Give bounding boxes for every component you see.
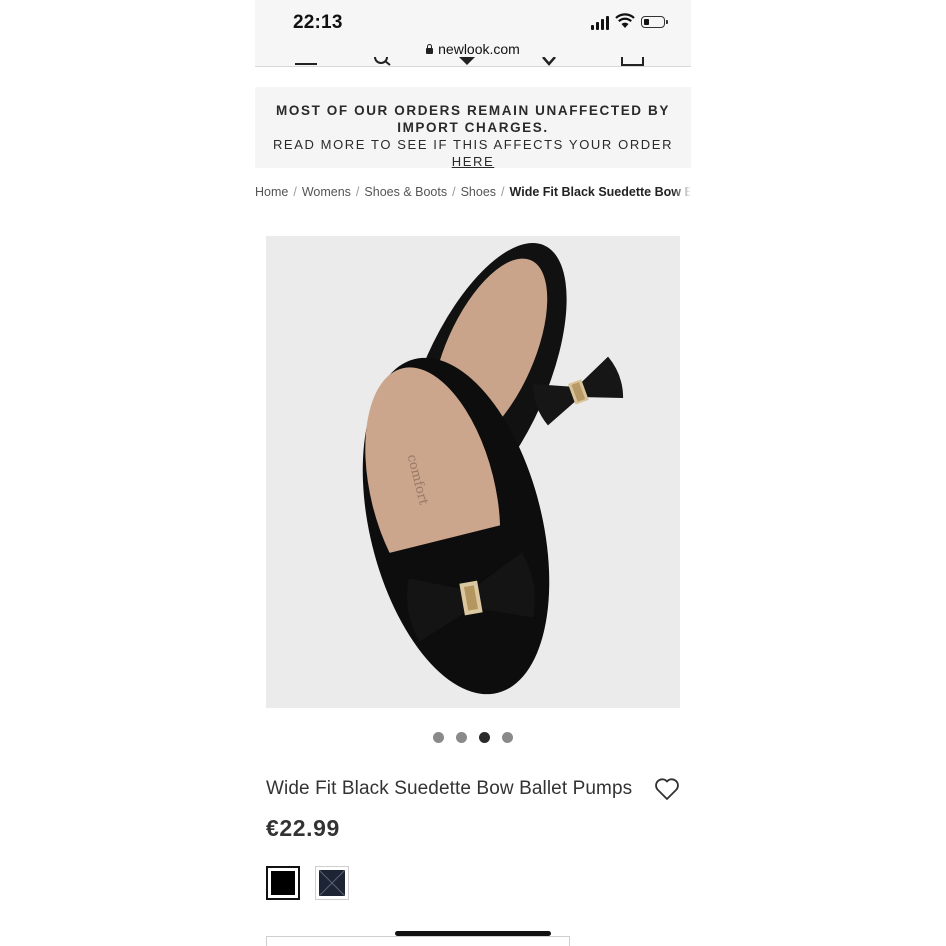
url-text: newlook.com bbox=[438, 41, 520, 57]
search-icon[interactable] bbox=[373, 57, 397, 66]
carousel-dots bbox=[255, 730, 691, 748]
status-time: 22:13 bbox=[293, 12, 343, 33]
ballet-pumps-photo: comfort bbox=[362, 243, 624, 695]
carousel-dot[interactable] bbox=[433, 732, 444, 743]
banner-subline-text: READ MORE TO SEE IF THIS AFFECTS YOUR OR… bbox=[272, 137, 674, 152]
breadcrumb-separator: / bbox=[501, 185, 505, 199]
wishlist-nav-icon[interactable] bbox=[539, 57, 559, 66]
breadcrumb-separator: / bbox=[355, 185, 360, 199]
wifi-icon bbox=[615, 13, 635, 28]
signal-icon bbox=[591, 16, 611, 30]
product-name: Wide Fit Black Suedette Bow Ballet Pumps bbox=[266, 778, 633, 799]
banner-headline: MOST OF OUR ORDERS REMAIN UNAFFECTED BY … bbox=[276, 103, 670, 135]
swatch-black[interactable] bbox=[266, 866, 300, 900]
home-indicator[interactable] bbox=[395, 931, 551, 936]
breadcrumb: Home / Womens / Shoes & Boots / Shoes / Wide Fit… bbox=[255, 185, 691, 199]
header-divider bbox=[255, 66, 691, 67]
battery-icon bbox=[641, 16, 668, 28]
carousel-dot[interactable] bbox=[502, 732, 513, 743]
logo-icon[interactable] bbox=[457, 57, 477, 66]
product-price: €22.99 bbox=[266, 815, 340, 841]
heart-icon[interactable] bbox=[654, 776, 680, 802]
size-selector[interactable] bbox=[266, 936, 570, 946]
banner-here-link[interactable]: HERE bbox=[452, 154, 495, 169]
breadcrumb-fade bbox=[673, 180, 691, 202]
breadcrumb-separator: / bbox=[293, 185, 297, 199]
lock-icon bbox=[426, 44, 434, 54]
breadcrumb-home[interactable]: Home bbox=[255, 185, 288, 199]
breadcrumb-shoes[interactable]: Shoes bbox=[461, 185, 496, 199]
address-bar[interactable]: newlook.com bbox=[255, 41, 691, 57]
swatch-navy[interactable] bbox=[315, 866, 349, 900]
breadcrumb-current: Wide Fit Black Suedette Bow Ballet Pumps bbox=[509, 185, 691, 199]
menu-icon[interactable] bbox=[295, 57, 319, 66]
bag-icon[interactable] bbox=[621, 57, 645, 66]
carousel-dot[interactable] bbox=[456, 732, 467, 743]
import-charges-banner: MOST OF OUR ORDERS REMAIN UNAFFECTED BY … bbox=[255, 87, 691, 170]
breadcrumb-shoes-boots[interactable]: Shoes & Boots bbox=[364, 185, 447, 199]
product-image[interactable]: comfort bbox=[266, 236, 680, 708]
banner-subline: READ MORE TO SEE IF THIS AFFECTS YOUR OR… bbox=[255, 136, 691, 170]
phone-screen: 22:13 newlook.com MOST OF OUR ORDERS REM… bbox=[255, 0, 691, 946]
breadcrumb-womens[interactable]: Womens bbox=[302, 185, 351, 199]
carousel-dot-active[interactable] bbox=[479, 732, 490, 743]
breadcrumb-separator: / bbox=[452, 185, 456, 199]
